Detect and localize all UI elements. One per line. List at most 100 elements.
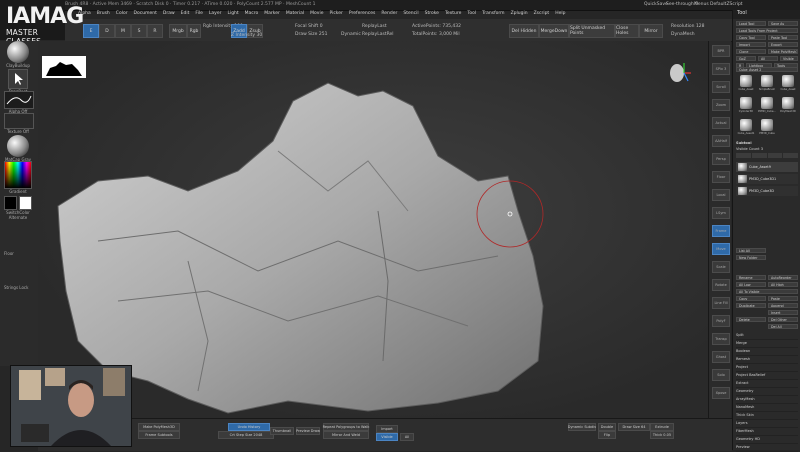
tool-tray-button[interactable]: Save As bbox=[768, 21, 798, 26]
tool-tray-button[interactable]: Paste Tool bbox=[768, 35, 798, 40]
tool-section-header[interactable]: Split bbox=[736, 332, 798, 340]
del-all-button[interactable]: Del All bbox=[768, 324, 798, 329]
tool-thumbnail[interactable]: Cube_Asset1 bbox=[736, 118, 756, 139]
tool-section-header[interactable]: Project BasRelief bbox=[736, 372, 798, 380]
subtool-header[interactable]: Subtool bbox=[736, 141, 752, 145]
tool-tray-button[interactable]: Clone bbox=[736, 49, 766, 54]
right-shelf-button[interactable]: Frame bbox=[712, 225, 730, 237]
tool-tray-button[interactable]: Visible bbox=[780, 56, 798, 61]
all-button[interactable]: All bbox=[400, 433, 414, 441]
menu-item[interactable]: Movie bbox=[310, 11, 323, 19]
menu-item[interactable]: Macro bbox=[245, 11, 259, 19]
tool-tray-button[interactable]: GoZ bbox=[736, 56, 756, 61]
replay-last-rel-button[interactable]: ReplayLastRel bbox=[362, 32, 394, 37]
floor-button[interactable]: Floor bbox=[4, 251, 32, 256]
preview-draw-button[interactable]: Preview Draw bbox=[296, 427, 320, 435]
menu-item[interactable]: Light bbox=[227, 11, 238, 19]
edit-button[interactable]: E bbox=[83, 24, 99, 38]
alternate-button[interactable]: Alternate bbox=[4, 215, 32, 220]
quicksave-button[interactable]: QuickSave bbox=[644, 2, 668, 7]
right-shelf-button[interactable]: Persp bbox=[712, 153, 730, 165]
draw-size-bottom-slider[interactable]: Draw Size 64 bbox=[618, 423, 650, 431]
all-low-button[interactable]: All Low bbox=[736, 282, 766, 287]
tool-tray-button[interactable]: Load Tools From Project bbox=[736, 28, 798, 33]
color-picker[interactable]: Gradient bbox=[4, 161, 32, 194]
close-holes-button[interactable]: Close Holes bbox=[615, 24, 639, 38]
right-shelf-button[interactable]: Zoom bbox=[712, 99, 730, 111]
import-button[interactable]: Import bbox=[376, 425, 398, 433]
secondary-color-swatch[interactable] bbox=[19, 196, 32, 210]
menu-item[interactable]: Transform bbox=[482, 11, 504, 19]
menu-item[interactable]: Stroke bbox=[425, 11, 439, 19]
auto-reorder-button[interactable]: AutoReorder bbox=[768, 275, 798, 280]
material-picker[interactable]: MatCap Gray bbox=[4, 135, 32, 162]
tool-header[interactable]: Tool bbox=[733, 10, 800, 19]
menu-item[interactable]: Zscript bbox=[534, 11, 550, 19]
canvas-navigator[interactable] bbox=[42, 56, 86, 78]
rgb-button[interactable]: Rgb bbox=[187, 24, 201, 38]
tool-tray-button[interactable]: Copy Tool bbox=[736, 35, 766, 40]
default-zscript-button[interactable]: DefaultZScript bbox=[710, 2, 743, 7]
menu-item[interactable]: Zplugin bbox=[511, 11, 528, 19]
tool-section-header[interactable]: Extract bbox=[736, 380, 798, 388]
right-shelf-button[interactable]: Solo bbox=[712, 369, 730, 381]
tool-section-header[interactable]: Boolean bbox=[736, 348, 798, 356]
tool-tray-button[interactable]: Load Tool bbox=[736, 21, 766, 26]
subtool-row[interactable]: PM3D_Cube3D bbox=[736, 186, 798, 196]
strings-lock-button[interactable]: Strings Lock bbox=[4, 285, 32, 290]
right-shelf-button[interactable]: Local bbox=[712, 189, 730, 201]
right-shelf-button[interactable]: PolyF bbox=[712, 315, 730, 327]
menu-item[interactable]: Help bbox=[555, 11, 565, 19]
rename-button[interactable]: Rename bbox=[736, 275, 766, 280]
del-hidden-button[interactable]: Del Hidden bbox=[509, 24, 539, 38]
subtool-visible-count[interactable]: Visible Count 3 bbox=[736, 147, 763, 151]
tool-section-header[interactable]: ArrayMesh bbox=[736, 396, 798, 404]
merge-down-button[interactable]: MergeDown bbox=[539, 24, 569, 38]
frame-subtools-button[interactable]: Frame Subtools bbox=[138, 431, 180, 439]
menu-item[interactable]: Tool bbox=[467, 11, 476, 19]
right-shelf-button[interactable]: Rotate bbox=[712, 279, 730, 291]
subtool-row[interactable]: PM3D_Cube3D1 bbox=[736, 174, 798, 184]
tool-section-header[interactable]: Geometry HD bbox=[736, 436, 798, 444]
tool-thumbnail[interactable]: Cube_Asset bbox=[778, 74, 798, 95]
menu-item[interactable]: Texture bbox=[445, 11, 461, 19]
paste-subtool-button[interactable]: Paste bbox=[768, 296, 798, 301]
thick-slider[interactable]: Thick 0.05 bbox=[650, 431, 674, 439]
tool-section-header[interactable]: FiberMesh bbox=[736, 428, 798, 436]
dynamesh-button[interactable]: DynaMesh bbox=[671, 32, 695, 37]
tool-tray-button[interactable]: Make PolyMesh3D bbox=[768, 49, 798, 54]
insert-button[interactable]: Insert bbox=[768, 310, 798, 315]
right-shelf-button[interactable]: Xpose bbox=[712, 387, 730, 399]
tool-section-header[interactable]: Layers bbox=[736, 420, 798, 428]
tool-tray-button[interactable]: Export bbox=[768, 42, 798, 47]
right-shelf-button[interactable]: BPR bbox=[712, 45, 730, 57]
tool-section-header[interactable]: Preview bbox=[736, 444, 798, 452]
menu-item[interactable]: Brush bbox=[97, 11, 110, 19]
texture-picker[interactable]: Texture Off bbox=[4, 113, 34, 134]
right-shelf-button[interactable]: Floor bbox=[712, 171, 730, 183]
menu-item[interactable]: Preferences bbox=[349, 11, 375, 19]
tool-section-header[interactable]: Project bbox=[736, 364, 798, 372]
list-all-button[interactable]: List All bbox=[736, 248, 766, 253]
split-unmasked-button[interactable]: Split Unmasked Points bbox=[569, 24, 615, 38]
tool-thumbnail[interactable]: SimpleBrush bbox=[757, 74, 777, 95]
make-polymesh-button[interactable]: Make PolyMesh3D bbox=[138, 423, 180, 431]
menus-toggle[interactable]: Menus bbox=[694, 2, 709, 7]
sculpt-mesh[interactable] bbox=[38, 41, 708, 418]
primary-color-swatch[interactable] bbox=[4, 196, 17, 210]
dynamic-toggle[interactable]: Dynamic bbox=[341, 32, 361, 37]
dynamic-subdiv-button[interactable]: Dynamic Subdiv bbox=[568, 423, 596, 431]
menu-item[interactable]: Render bbox=[381, 11, 397, 19]
menu-item[interactable]: Material bbox=[286, 11, 304, 19]
right-shelf-button[interactable]: Line Fill bbox=[712, 297, 730, 309]
right-shelf-button[interactable]: Actual bbox=[712, 117, 730, 129]
canvas-viewport[interactable] bbox=[38, 41, 708, 418]
subtool-row[interactable]: Cube_Asset9 bbox=[736, 162, 798, 172]
menu-item[interactable]: File bbox=[195, 11, 203, 19]
right-shelf-button[interactable]: Ghost bbox=[712, 351, 730, 363]
right-shelf-button[interactable]: Move bbox=[712, 243, 730, 255]
menu-item[interactable]: Marker bbox=[264, 11, 280, 19]
color-swatches[interactable]: SwitchColor Alternate bbox=[4, 196, 32, 220]
scale-button[interactable]: S bbox=[131, 24, 147, 38]
double-button[interactable]: Double bbox=[598, 423, 616, 431]
